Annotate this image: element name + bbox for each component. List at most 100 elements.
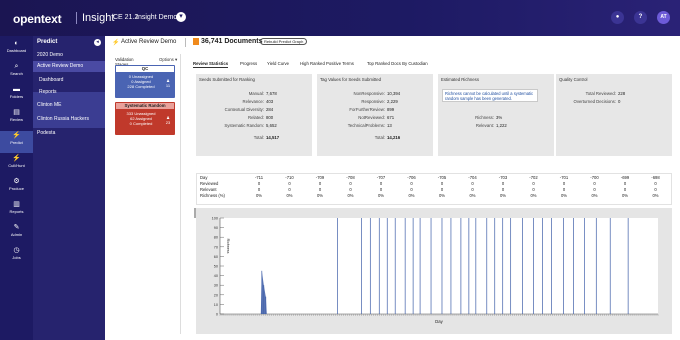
rail-predict[interactable]: ⚡ Predict xyxy=(0,131,33,153)
rail-label: Review xyxy=(9,117,24,122)
nav-item-clinton-me[interactable]: Clinton ME xyxy=(33,100,105,111)
rail-label: Predict xyxy=(10,140,23,145)
reports-icon: ▥ xyxy=(13,201,20,208)
top-bar: opentext Insight CE 21.2 Insight Demo ▾ … xyxy=(0,0,680,36)
tab-high-ranked-positive-terms[interactable]: High Ranked Positive Terms xyxy=(300,61,354,66)
nav-item-dashboard[interactable]: Dashboard xyxy=(33,75,105,86)
options-dropdown[interactable]: Options ▾ xyxy=(159,57,177,63)
stage-sr-reviewer-count: ♟ 23 xyxy=(164,115,172,125)
card-tag-values: Tag Values for Seeds Submitted NonRespon… xyxy=(317,74,433,156)
richness-cell: 0% xyxy=(408,193,415,198)
icon-rail: ◐ Dashboard ⌕ Search ▬ Folders ▤ Review … xyxy=(0,36,33,340)
notification-icon[interactable]: ● xyxy=(611,11,624,24)
rail-label: Cull/Hunt xyxy=(8,163,25,168)
richness-cell: 0% xyxy=(469,193,476,198)
card-title: Tag Values for Seeds Submitted xyxy=(320,77,382,82)
validation-stages-column: Validation Stages Options ▾ QC 0 Unassig… xyxy=(113,54,181,334)
richness-cell: 0% xyxy=(316,193,324,198)
richness-cell: 0% xyxy=(530,193,537,198)
y-tick-label: 60 xyxy=(214,255,218,259)
kv-technicalproblems: TechnicalProblems: 13 xyxy=(347,123,392,128)
rail-admin[interactable]: ✎ Admin xyxy=(0,223,33,245)
stage-qc[interactable]: QC 0 Unassigned 0 Assigned 228 Completed… xyxy=(115,65,175,98)
chevron-down-icon[interactable]: ▾ xyxy=(176,12,186,22)
nav-item-2020-demo[interactable]: 2020 Demo xyxy=(33,50,105,61)
richness-chart: 0 10 20 30 40 50 60 70 80 90 100 Day Richness xyxy=(212,217,659,324)
rail-label: Reports xyxy=(9,209,24,214)
nav-item-active-review-demo[interactable]: Active Review Demo xyxy=(33,61,105,72)
card-seeds-submitted: Seeds Submitted for Ranking Manual: 7,678… xyxy=(196,74,312,156)
rail-jobs[interactable]: ◷ Jobs xyxy=(0,246,33,268)
kv-related: Related: 800 xyxy=(247,115,274,120)
stats-tabs: Review Statistics Progress Yield Curve H… xyxy=(193,60,673,70)
rail-folders[interactable]: ▬ Folders xyxy=(0,85,33,107)
richness-cell: 0% xyxy=(286,193,293,198)
kv-total-reviewed: Total Reviewed: 228 xyxy=(585,91,626,96)
rail-label: Dashboard xyxy=(6,48,27,53)
product-version: CE 21.2 xyxy=(113,14,139,21)
stage-qc-completed: 228 Completed xyxy=(127,84,155,89)
card-estimated-richness: Estimated Richness Richness cannot be ca… xyxy=(438,74,554,156)
kv-relevant: Relevant: 1,222 xyxy=(475,123,507,128)
row-label-richness: Richness (%) xyxy=(200,193,225,198)
table-row: Richness (%) 0% 0% 0% 0% 0% 0% 0% 0% 0% 0% 0% 0% 0% 0% xyxy=(197,193,673,199)
kv-contextual-diversity: Contextual Diversity: 284 xyxy=(224,107,274,112)
predict-icon: ⚡ xyxy=(112,40,120,46)
rail-reports[interactable]: ▥ Reports xyxy=(0,200,33,222)
help-icon[interactable]: ? xyxy=(634,11,647,24)
stage-qc-reviewer-count: ♟ 11 xyxy=(164,78,172,88)
review-icon: ▤ xyxy=(13,109,20,116)
kv-total: Total: 14,517 xyxy=(253,135,280,140)
stage-systematic-random[interactable]: Systematic Random 333 Unassigned 62 Assi… xyxy=(115,102,175,135)
richness-cell: 0% xyxy=(255,193,263,198)
richness-cell: 0% xyxy=(438,193,446,198)
rail-label: Produce xyxy=(9,186,24,191)
y-tick-label: 30 xyxy=(214,284,218,288)
rail-label: Folders xyxy=(9,94,24,99)
kv-systematic-random: Systematic Random: 5,652 xyxy=(224,123,277,128)
rail-label: Search xyxy=(10,71,23,76)
tab-top-ranked-docs-by-custodian[interactable]: Top Ranked Docs By Custodian xyxy=(367,61,428,66)
case-selector-label[interactable]: Insight Demo xyxy=(136,14,177,21)
rebuild-predict-graph-button[interactable]: Rebuild Predict Graph xyxy=(260,38,308,45)
kv-total: Total: 14,216 xyxy=(374,135,401,140)
kv-responsive: Responsive: 2,229 xyxy=(361,99,398,104)
card-quality-control: Quality Control Total Reviewed: 228 Overt… xyxy=(556,74,672,156)
stage-sr-body: 333 Unassigned 62 Assigned 0 Completed ♟… xyxy=(116,109,174,134)
card-title: Quality Control xyxy=(559,77,588,82)
rail-review[interactable]: ▤ Review xyxy=(0,108,33,130)
jobs-icon: ◷ xyxy=(13,247,20,254)
rail-search[interactable]: ⌕ Search xyxy=(0,62,33,84)
rail-label: Admin xyxy=(10,232,23,237)
plot-area xyxy=(220,218,658,314)
richness-cell: 0% xyxy=(499,193,507,198)
rail-dashboard[interactable]: ◐ Dashboard xyxy=(0,39,33,61)
product-name: Insight xyxy=(82,12,115,24)
tab-progress[interactable]: Progress xyxy=(240,61,257,66)
tab-yield-curve[interactable]: Yield Curve xyxy=(267,61,289,66)
nav-item-reports[interactable]: Reports xyxy=(33,87,105,98)
y-tick-label: 20 xyxy=(214,293,218,297)
stage-qc-body: 0 Unassigned 0 Assigned 228 Completed ♟ 1… xyxy=(116,72,174,97)
page-header: ⚡ Active Review Demo 36,741 Documents Re… xyxy=(105,36,680,48)
predict-icon: ⚡ xyxy=(12,132,21,139)
page-title: Active Review Demo xyxy=(121,39,177,45)
daily-richness-table: Day -711 -710 -709 -708 -707 -706 -705 -704 -703-… xyxy=(196,173,672,205)
tab-review-statistics[interactable]: Review Statistics xyxy=(193,61,229,68)
rail-cull-hunt[interactable]: ⚡ Cull/Hunt xyxy=(0,154,33,176)
collapse-icon[interactable]: ◂ xyxy=(94,39,101,46)
stage-sr-count: 23 xyxy=(165,120,171,125)
admin-icon: ✎ xyxy=(13,224,20,231)
dashboard-icon: ◐ xyxy=(14,40,19,47)
richness-chart-panel: 0 10 20 30 40 50 60 70 80 90 100 Day Richness xyxy=(196,208,672,334)
rail-produce[interactable]: ⚙ Produce xyxy=(0,177,33,199)
y-tick-label: 100 xyxy=(212,217,218,221)
nav-item-podesta[interactable]: Podesta xyxy=(33,128,105,139)
nav-item-clinton-russia-hackers[interactable]: Clinton Russia Hackers xyxy=(33,114,105,125)
nav-title: Predict xyxy=(37,39,58,45)
logo-divider xyxy=(76,12,77,24)
avatar[interactable]: AT xyxy=(657,11,670,24)
y-tick-label: 40 xyxy=(214,274,218,278)
opentext-logo[interactable]: opentext xyxy=(13,12,62,26)
richness-cell: 0% xyxy=(652,193,659,198)
